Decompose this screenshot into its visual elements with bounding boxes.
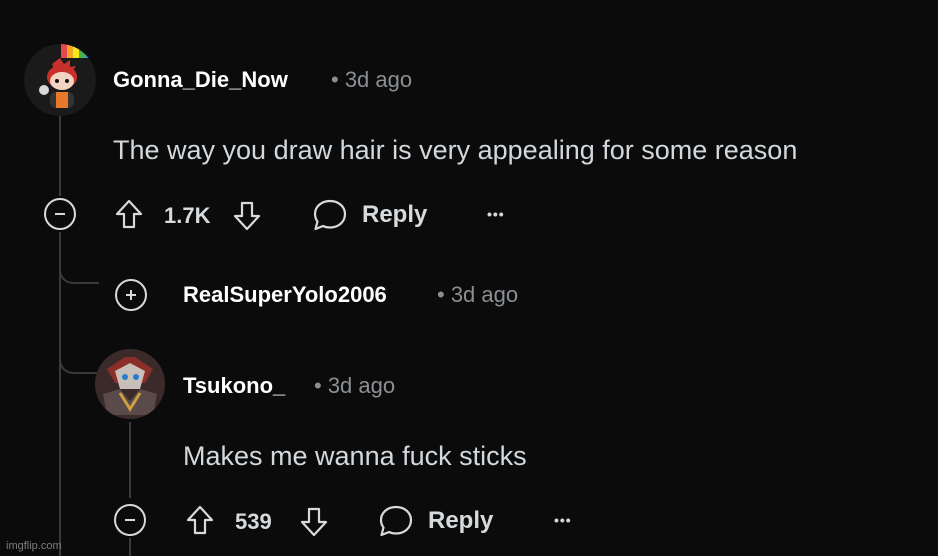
thread-line-main-lower (59, 232, 61, 556)
comment-username[interactable]: Gonna_Die_Now (113, 67, 288, 93)
more-options-button[interactable]: ••• (487, 204, 505, 224)
plus-icon (126, 290, 136, 300)
collapse-button[interactable] (114, 504, 146, 536)
thread-line-nested (129, 422, 131, 498)
downvote-arrow-icon (300, 507, 328, 537)
comment-bubble-icon (379, 505, 413, 537)
collapse-button[interactable] (44, 198, 76, 230)
reply-button[interactable]: Reply (312, 198, 427, 232)
watermark: imgflip.com (6, 540, 62, 552)
reply-label: Reply (428, 507, 494, 534)
upvote-arrow-icon (115, 199, 143, 229)
vote-count: 539 (235, 509, 272, 534)
avatar[interactable] (24, 44, 96, 116)
comment-timestamp: • 3d ago (437, 282, 519, 307)
character-avatar-icon (95, 349, 165, 419)
upvote-button[interactable] (113, 197, 145, 231)
thread-line-main (59, 112, 61, 196)
reply-label: Reply (362, 201, 428, 228)
thread-branch-curve (59, 232, 99, 284)
comment-timestamp: • 3d ago (314, 373, 396, 398)
upvote-button[interactable] (184, 503, 216, 537)
snoo-avatar-icon (24, 44, 96, 116)
comment-body: Makes me wanna fuck sticks (183, 441, 527, 471)
downvote-button[interactable] (298, 505, 330, 539)
upvote-arrow-icon (186, 505, 214, 535)
more-options-button[interactable]: ••• (554, 510, 572, 530)
minus-icon (125, 519, 135, 521)
avatar[interactable] (95, 349, 165, 419)
comment-body: The way you draw hair is very appealing … (113, 135, 798, 165)
downvote-button[interactable] (231, 199, 263, 233)
vote-count: 1.7K (164, 203, 211, 228)
thread-line-nested-lower (129, 538, 131, 556)
expand-button[interactable] (115, 279, 147, 311)
comment-username[interactable]: RealSuperYolo2006 (183, 282, 387, 308)
thread-branch-curve (59, 316, 99, 374)
comment-bubble-icon (313, 199, 347, 231)
downvote-arrow-icon (233, 201, 261, 231)
reply-button[interactable]: Reply (378, 504, 493, 538)
comment-timestamp: • 3d ago (331, 67, 413, 92)
comment-username[interactable]: Tsukono_ (183, 373, 285, 399)
minus-icon (55, 213, 65, 215)
